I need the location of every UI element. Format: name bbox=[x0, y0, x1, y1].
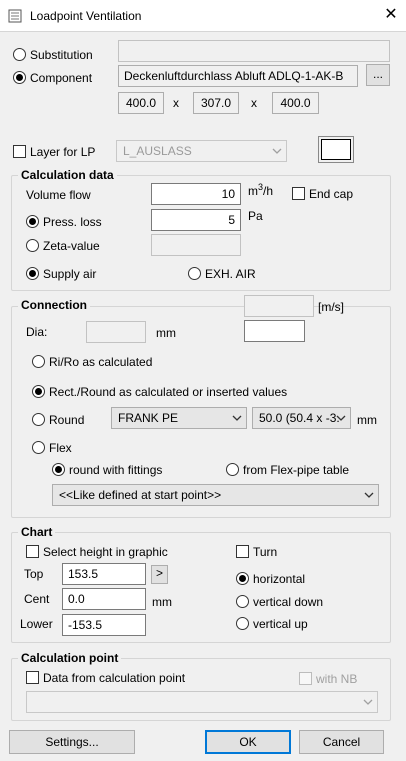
layer-for-lp-label: Layer for LP bbox=[30, 145, 96, 159]
end-cap-checkbox[interactable] bbox=[292, 187, 305, 200]
flex-radio[interactable] bbox=[32, 441, 45, 454]
zeta-value-label: Zeta-value bbox=[43, 239, 100, 253]
round-with-fittings-radio[interactable] bbox=[52, 463, 65, 476]
data-from-calc-point-checkbox[interactable] bbox=[26, 671, 39, 684]
round-label: Round bbox=[49, 413, 85, 427]
data-from-calc-point-label: Data from calculation point bbox=[43, 671, 186, 685]
supply-air-radio[interactable] bbox=[26, 267, 39, 280]
vertical-down-radio[interactable] bbox=[236, 595, 249, 608]
rect-round-label: Rect./Round as calculated or inserted va… bbox=[49, 385, 288, 399]
cancel-button[interactable]: Cancel bbox=[299, 730, 384, 754]
vertical-up-label: vertical up bbox=[253, 617, 308, 631]
dim-height-field: 307.0 bbox=[193, 92, 239, 114]
round-material-value: FRANK PE bbox=[118, 411, 179, 425]
dia-unit: mm bbox=[156, 326, 176, 340]
substitution-radio[interactable] bbox=[13, 48, 26, 61]
volume-flow-input[interactable]: 10 bbox=[151, 183, 241, 205]
vertical-down-label: vertical down bbox=[253, 595, 324, 609]
connection-title: Connection bbox=[18, 298, 90, 312]
close-icon[interactable]: ✕ bbox=[382, 6, 400, 24]
component-label: Component bbox=[30, 71, 93, 85]
zeta-value-radio[interactable] bbox=[26, 239, 39, 252]
pick-top-button[interactable]: > bbox=[151, 565, 168, 584]
layer-for-lp-checkbox[interactable] bbox=[13, 145, 26, 158]
dia-label: Dia: bbox=[26, 325, 48, 339]
cent-input[interactable]: 0.0 bbox=[62, 588, 146, 610]
browse-component-button[interactable]: ... bbox=[366, 64, 390, 86]
press-loss-input[interactable]: 5 bbox=[151, 209, 241, 231]
turn-checkbox[interactable] bbox=[236, 545, 249, 558]
top-input[interactable]: 153.5 bbox=[62, 563, 146, 585]
flex-select[interactable]: <<Like defined at start point>> bbox=[52, 484, 379, 506]
substitution-field bbox=[118, 40, 390, 62]
ri-ro-label: Ri/Ro as calculated bbox=[49, 355, 153, 369]
velocity-input[interactable] bbox=[244, 320, 305, 342]
dim-separator: x bbox=[251, 96, 257, 110]
lower-input[interactable]: -153.5 bbox=[62, 614, 146, 636]
round-with-fittings-label: round with fittings bbox=[69, 463, 163, 477]
velocity-display bbox=[244, 295, 314, 317]
exh-air-label: EXH. AIR bbox=[205, 267, 256, 281]
exh-air-radio[interactable] bbox=[188, 267, 201, 280]
ri-ro-radio[interactable] bbox=[32, 355, 45, 368]
flex-select-value: <<Like defined at start point>> bbox=[59, 488, 222, 502]
dim-width-field: 400.0 bbox=[118, 92, 164, 114]
calc-point-select bbox=[26, 691, 378, 713]
round-size-value: 50.0 (50.4 x -3. bbox=[259, 411, 340, 425]
volume-flow-label: Volume flow bbox=[26, 188, 91, 202]
substitution-label: Substitution bbox=[30, 48, 93, 62]
turn-label: Turn bbox=[253, 545, 278, 559]
volume-flow-unit: m3/h bbox=[248, 182, 274, 199]
rect-round-radio[interactable] bbox=[32, 385, 45, 398]
select-height-checkbox[interactable] bbox=[26, 545, 39, 558]
chevron-down-icon bbox=[272, 148, 282, 154]
chart-title: Chart bbox=[18, 525, 56, 539]
layer-value: L_AUSLASS bbox=[123, 144, 192, 158]
layer-select: L_AUSLASS bbox=[116, 140, 287, 162]
dia-input bbox=[86, 321, 146, 343]
component-radio[interactable] bbox=[13, 71, 26, 84]
chevron-down-icon bbox=[336, 415, 346, 421]
supply-air-label: Supply air bbox=[43, 267, 97, 281]
with-nb-checkbox bbox=[299, 672, 312, 685]
end-cap-label: End cap bbox=[309, 187, 354, 201]
ok-button[interactable]: OK bbox=[205, 730, 291, 754]
horizontal-radio[interactable] bbox=[236, 572, 249, 585]
cent-label: Cent bbox=[24, 592, 50, 606]
dim-separator: x bbox=[173, 96, 179, 110]
layer-color-swatch[interactable] bbox=[321, 139, 351, 160]
component-field: Deckenluftdurchlass Abluft ADLQ-1-AK-B bbox=[118, 65, 358, 87]
calculation-data-title: Calculation data bbox=[18, 168, 117, 182]
top-label: Top bbox=[24, 567, 44, 581]
with-nb-label: with NB bbox=[316, 672, 358, 686]
dim-depth-field: 400.0 bbox=[272, 92, 319, 114]
vertical-up-radio[interactable] bbox=[236, 617, 249, 630]
flex-pipe-table-radio[interactable] bbox=[226, 463, 239, 476]
cent-unit: mm bbox=[152, 595, 172, 609]
select-height-label: Select height in graphic bbox=[43, 545, 168, 559]
round-unit: mm bbox=[357, 413, 377, 427]
press-loss-radio[interactable] bbox=[26, 215, 39, 228]
press-loss-unit: Pa bbox=[248, 209, 263, 223]
chevron-down-icon bbox=[364, 492, 374, 498]
chevron-down-icon bbox=[363, 699, 373, 705]
round-radio[interactable] bbox=[32, 413, 45, 426]
chevron-down-icon bbox=[232, 415, 242, 421]
window-title: Loadpoint Ventilation bbox=[30, 9, 142, 23]
calculation-point-title: Calculation point bbox=[18, 651, 122, 665]
settings-button[interactable]: Settings... bbox=[9, 730, 135, 754]
horizontal-label: horizontal bbox=[253, 572, 306, 586]
velocity-unit: [m/s] bbox=[318, 300, 344, 314]
flex-label: Flex bbox=[49, 441, 72, 455]
ventilation-app-icon bbox=[8, 9, 22, 23]
zeta-value-input bbox=[151, 234, 241, 256]
press-loss-label: Press. loss bbox=[43, 215, 102, 229]
lower-label: Lower bbox=[20, 617, 53, 631]
flex-pipe-table-label: from Flex-pipe table bbox=[243, 463, 350, 477]
round-material-select[interactable]: FRANK PE bbox=[111, 407, 247, 429]
